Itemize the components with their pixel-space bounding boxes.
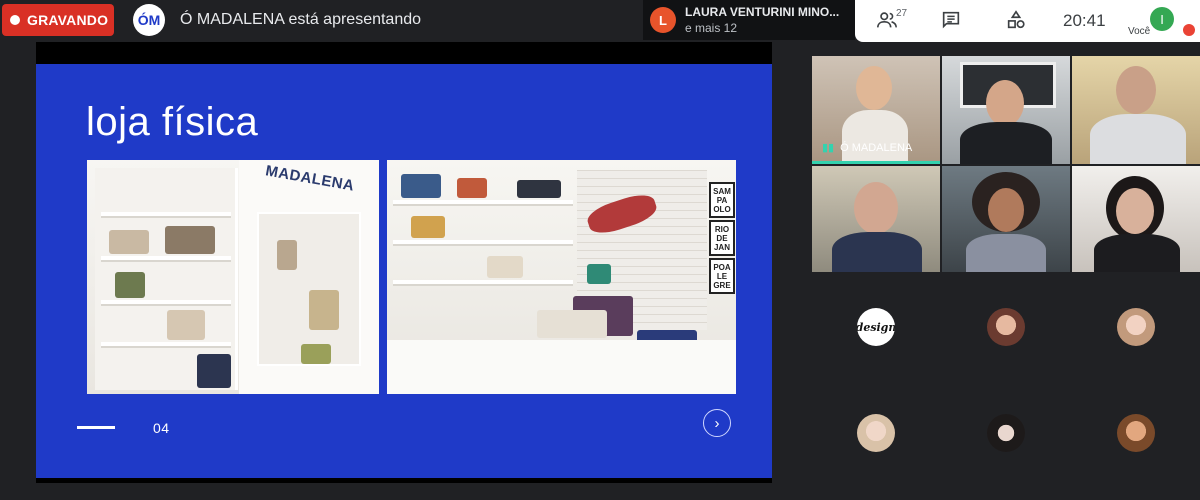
slide-progress-line: [77, 426, 115, 429]
slide-title: loja física: [86, 100, 259, 144]
presenter-avatar: ÓM: [133, 4, 165, 36]
participant-avatar-2[interactable]: [987, 308, 1025, 346]
participant-tile-2[interactable]: [942, 56, 1070, 164]
meeting-controls: 27 20:41 I Você: [855, 0, 1200, 42]
meeting-clock: 20:41: [1063, 11, 1106, 30]
participant-avatar-design[interactable]: design: [857, 308, 895, 346]
presenter-status-text: Ó MADALENA está apresentando: [180, 11, 422, 28]
top-bar: GRAVANDO ÓM Ó MADALENA está apresentando…: [0, 0, 1200, 42]
self-avatar[interactable]: I: [1150, 7, 1174, 31]
activities-icon: [1007, 10, 1025, 29]
slide-page-number: 04: [153, 420, 170, 436]
poster-riodejan: RIO DE JAN: [709, 220, 735, 256]
participant-tile-5[interactable]: [942, 166, 1070, 272]
activities-button[interactable]: [1002, 8, 1030, 32]
audio-level-icon: ▮▮: [822, 142, 835, 154]
store-photo-interior: SAM PA OLO RIO DE JAN POA LE GRE: [387, 160, 736, 394]
recording-label: GRAVANDO: [27, 12, 109, 28]
participant-avatar-6[interactable]: [1117, 414, 1155, 452]
poster-sampaolo: SAM PA OLO: [709, 182, 735, 218]
participant-tile-4[interactable]: [812, 166, 940, 272]
chat-icon: [942, 11, 960, 29]
notification-avatar: L: [650, 7, 676, 33]
participant-tile-3[interactable]: [1072, 56, 1200, 164]
participant-avatar-4[interactable]: [857, 414, 895, 452]
participants-grid: ▮▮ Ó MADALENA design: [812, 56, 1200, 488]
participant-tile-speaker[interactable]: ▮▮ Ó MADALENA: [812, 56, 940, 164]
participant-avatar-5[interactable]: [987, 414, 1025, 452]
people-icon: [877, 12, 897, 28]
next-slide-button[interactable]: ›: [703, 409, 731, 437]
self-label: Você: [1128, 26, 1151, 37]
join-notification[interactable]: L LAURA VENTURINI MINO... e mais 12: [643, 0, 855, 40]
recording-badge: GRAVANDO: [2, 4, 114, 36]
presentation-slide: loja física MADALENA SAM PA OLO RIO DE J…: [36, 64, 772, 478]
store-photo-front: MADALENA: [87, 160, 379, 394]
participants-count: 27: [896, 8, 908, 19]
record-dot-icon: [10, 15, 20, 25]
participant-avatar-3[interactable]: [1117, 308, 1155, 346]
notification-subtitle: e mais 12: [685, 21, 738, 35]
chevron-right-icon: ›: [714, 414, 720, 432]
poster-poalegre: POA LE GRE: [709, 258, 735, 294]
speaking-indicator: [812, 161, 940, 164]
speaker-name: Ó MADALENA: [840, 141, 913, 154]
mic-off-icon: [1183, 24, 1195, 36]
participant-tile-6[interactable]: [1072, 166, 1200, 272]
notification-title: LAURA VENTURINI MINO...: [685, 5, 840, 19]
chat-button[interactable]: [937, 8, 965, 32]
